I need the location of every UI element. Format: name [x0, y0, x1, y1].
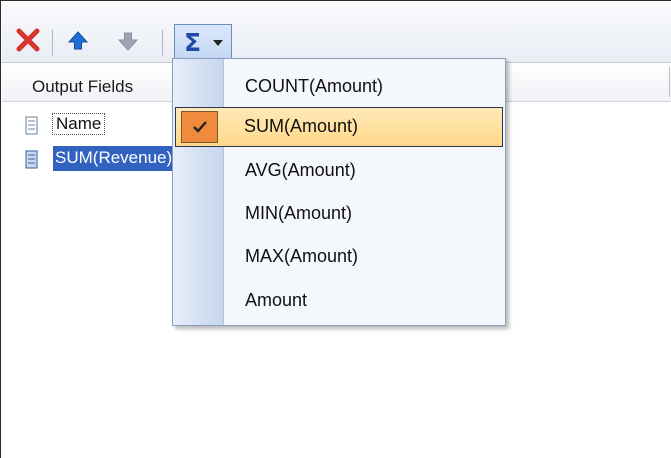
menu-item-label: Amount	[245, 290, 308, 310]
move-down-button[interactable]	[112, 28, 144, 58]
toolbar: Σ	[2, 2, 671, 63]
checkmark-icon	[181, 111, 218, 143]
field-name-label: Name	[52, 113, 106, 135]
aggregate-dropdown-menu: COUNT(Amount) SUM(Amount) AVG(Amount) MI…	[172, 58, 506, 326]
menu-item-max[interactable]: MAX(Amount)	[175, 237, 503, 277]
move-up-button[interactable]	[62, 28, 94, 58]
toolbar-separator	[162, 30, 163, 56]
menu-item-amount[interactable]: Amount	[175, 281, 503, 321]
menu-item-label: AVG(Amount)	[245, 160, 356, 180]
chevron-down-icon	[213, 40, 223, 46]
column-header-label: Output Fields	[32, 77, 134, 96]
field-name-label: SUM(Revenue)	[55, 148, 173, 167]
menu-item-label: SUM(Amount)	[244, 116, 359, 136]
delete-icon	[15, 27, 41, 58]
column-divider[interactable]	[669, 67, 670, 97]
field-icon	[25, 116, 38, 140]
table-row[interactable]: Name	[25, 113, 175, 137]
toolbar-separator	[52, 30, 53, 56]
menu-item-label: MAX(Amount)	[245, 246, 359, 266]
menu-item-sum[interactable]: SUM(Amount)	[175, 107, 503, 147]
delete-button[interactable]	[12, 26, 44, 58]
menu-item-label: COUNT(Amount)	[245, 76, 384, 96]
menu-item-avg[interactable]: AVG(Amount)	[175, 151, 503, 191]
table-row[interactable]: SUM(Revenue)	[25, 146, 199, 174]
menu-item-count[interactable]: COUNT(Amount)	[175, 67, 503, 107]
move-down-icon	[117, 30, 139, 57]
menu-item-min[interactable]: MIN(Amount)	[175, 194, 503, 234]
sigma-icon: Σ	[184, 28, 202, 57]
move-up-icon	[67, 30, 89, 57]
menu-item-label: MIN(Amount)	[245, 203, 353, 223]
aggregate-dropdown-button[interactable]: Σ	[174, 24, 232, 60]
field-icon	[25, 150, 38, 174]
